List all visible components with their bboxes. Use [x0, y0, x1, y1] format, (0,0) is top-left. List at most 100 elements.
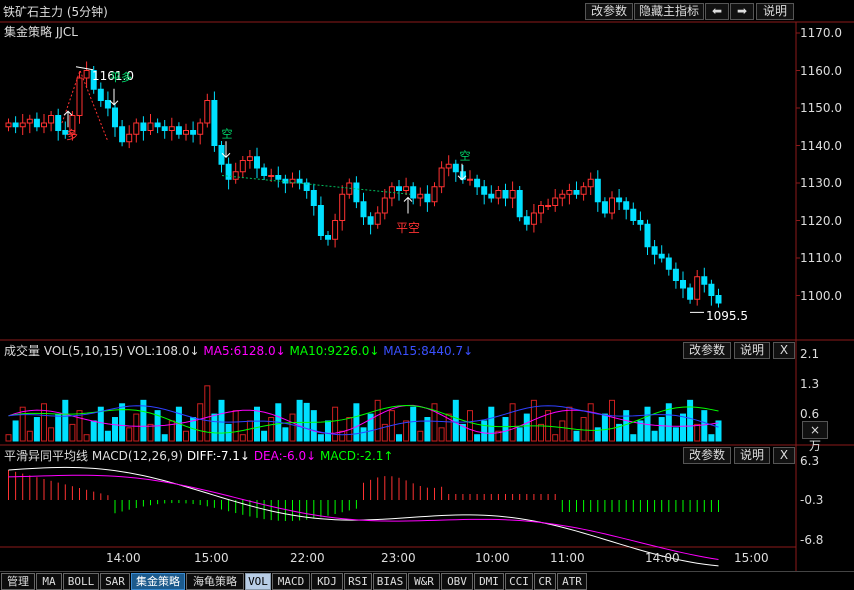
candle	[225, 163, 232, 180]
candle	[12, 122, 19, 128]
volume-help-button[interactable]: 说明	[734, 342, 770, 359]
candle	[509, 190, 516, 199]
price-tick: 1150.0	[800, 101, 842, 115]
candle	[140, 122, 147, 131]
volume-bar	[133, 413, 140, 442]
tab-wr[interactable]: W&R	[408, 573, 440, 590]
macd-close-button[interactable]: X	[773, 447, 795, 464]
tab-obv[interactable]: OBV	[441, 573, 473, 590]
volume-bar	[41, 403, 47, 442]
macd-change-params-button[interactable]: 改参数	[683, 447, 731, 464]
volume-bar	[90, 420, 97, 442]
candle	[5, 122, 12, 128]
tab-[interactable]: 集金策略	[131, 573, 185, 590]
price-tick: 1100.0	[800, 288, 842, 303]
tab-[interactable]: 海龟策略	[186, 573, 244, 590]
volume-bar	[183, 430, 189, 442]
volume-bar	[467, 410, 473, 442]
candle	[459, 171, 466, 180]
volume-bar	[211, 413, 218, 442]
volume-bar	[630, 434, 637, 442]
volume-params: VOL(5,10,15)	[43, 344, 124, 358]
volume-bar	[452, 399, 459, 442]
tab-[interactable]: 管理	[1, 573, 35, 590]
tab-macd[interactable]: MACD	[272, 573, 310, 590]
price-tick: 1130.0	[800, 176, 842, 190]
tab-bias[interactable]: BIAS	[373, 573, 407, 590]
macd-name: 平滑异同平均线	[4, 449, 89, 463]
volume-bar	[701, 410, 708, 442]
volume-bar	[552, 434, 559, 442]
volume-change-params-button[interactable]: 改参数	[683, 342, 731, 359]
volume-bar	[396, 434, 402, 442]
volume-close-button[interactable]: X	[773, 342, 795, 359]
tab-dmi[interactable]: DMI	[474, 573, 504, 590]
volume-bar	[147, 423, 154, 442]
candle	[339, 193, 346, 221]
candle	[112, 107, 118, 128]
volume-bar	[559, 420, 566, 442]
tab-atr[interactable]: ATR	[557, 573, 587, 590]
tab-vol[interactable]: VOL	[245, 573, 271, 590]
candle	[168, 126, 175, 131]
candle	[254, 156, 260, 169]
volume-bar	[417, 430, 424, 442]
volume-bar	[48, 427, 55, 442]
macd-help-button[interactable]: 说明	[734, 447, 770, 464]
volume-bar	[126, 427, 133, 442]
volume-tick: 2.1	[800, 347, 820, 361]
candle	[658, 253, 665, 259]
signal-arrow	[109, 88, 119, 106]
candle	[538, 205, 544, 214]
tab-cr[interactable]: CR	[534, 573, 556, 590]
macd-value: MACD:-2.1↑	[319, 449, 394, 463]
time-tick: 15:00	[734, 551, 769, 565]
volume-bar	[474, 434, 481, 442]
macd-params: MACD(12,26,9)	[91, 449, 183, 463]
tab-rsi[interactable]: RSI	[344, 573, 372, 590]
candle	[232, 171, 239, 180]
volume-ma10: MA10:9226.0↓	[289, 344, 380, 358]
tab-sar[interactable]: SAR	[100, 573, 130, 590]
candle	[502, 190, 509, 199]
volume-bar	[112, 417, 118, 442]
candle	[495, 190, 502, 199]
candle	[530, 212, 537, 225]
tab-kdj[interactable]: KDJ	[311, 573, 343, 590]
volume-bar	[33, 417, 40, 442]
candle	[665, 257, 672, 270]
signal-arrow	[403, 196, 413, 214]
volume-bar	[332, 406, 339, 442]
signal-close-short: 平空	[396, 221, 421, 235]
tab-boll[interactable]: BOLL	[63, 573, 99, 590]
volume-bar	[680, 413, 686, 442]
candle	[104, 100, 111, 109]
candle	[26, 118, 33, 124]
volume-bar	[580, 417, 587, 442]
candle	[360, 201, 367, 218]
candle	[261, 167, 268, 176]
volume-tick: 0.6	[800, 407, 820, 421]
volume-unit-button[interactable]: ×万	[802, 421, 828, 453]
volume-bar	[289, 413, 296, 442]
tab-cci[interactable]: CCI	[505, 573, 533, 590]
candle	[715, 295, 722, 304]
volume-bar	[69, 423, 76, 442]
volume-bar	[161, 434, 168, 442]
candle	[587, 178, 594, 188]
candle	[211, 100, 218, 146]
volume-bar	[566, 406, 573, 442]
volume-bar	[218, 399, 225, 442]
tab-ma[interactable]: MA	[36, 573, 62, 590]
candle	[126, 133, 133, 143]
low-price-label: 1095.5	[706, 309, 748, 323]
candle	[516, 190, 523, 218]
kline-chart[interactable]	[0, 0, 854, 571]
candle	[552, 197, 559, 206]
candle	[573, 190, 580, 195]
volume-bar	[694, 423, 701, 442]
volume-bar	[573, 430, 580, 442]
candle	[175, 126, 182, 135]
candle	[417, 193, 424, 199]
volume-bar	[197, 403, 204, 442]
